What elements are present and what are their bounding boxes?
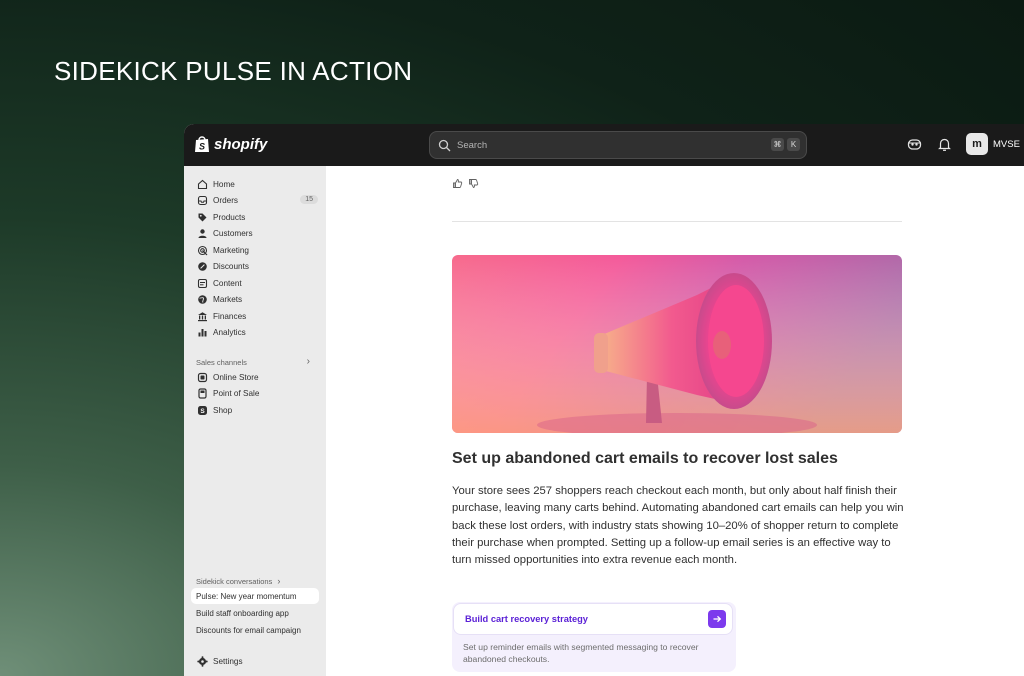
top-bar: S shopify Search ⌘ K m MVSE xyxy=(184,124,1024,166)
inbox-icon xyxy=(197,195,208,206)
build-cart-recovery-button[interactable]: Build cart recovery strategy xyxy=(453,603,733,635)
sidebar-item-content[interactable]: Content xyxy=(190,275,320,291)
person-icon xyxy=(198,229,207,238)
arrow-right-icon xyxy=(708,610,726,628)
shop-icon: S xyxy=(198,405,207,415)
sidebar-item-shop[interactable]: S Shop xyxy=(190,402,320,418)
bank-icon xyxy=(198,311,207,321)
sidebar-item-products[interactable]: Products xyxy=(190,209,320,225)
sidebar-item-label: Home xyxy=(213,179,235,189)
divider xyxy=(452,221,902,222)
logo-text: shopify xyxy=(214,135,268,153)
conversation-label: Build staff onboarding app xyxy=(196,608,289,618)
store-icon xyxy=(197,372,208,382)
thumbs-down-icon[interactable] xyxy=(468,178,479,189)
megaphone-image xyxy=(452,255,902,433)
sidebar-item-home[interactable]: Home xyxy=(190,176,320,192)
cta-description: Set up reminder emails with segmented me… xyxy=(463,642,699,664)
sidebar-item-label: Discounts xyxy=(213,262,249,271)
sidekick-conversations-header[interactable]: Sidekick conversations › xyxy=(196,576,280,586)
thumbs-up-icon[interactable] xyxy=(452,178,463,189)
sidebar-item-label: Analytics xyxy=(213,328,246,337)
search-icon xyxy=(438,139,451,151)
bar-chart-icon xyxy=(198,329,207,337)
search-input[interactable]: Search ⌘ K xyxy=(429,131,807,159)
sidekick-conversations-label: Sidekick conversations xyxy=(196,577,273,586)
sidebar-item-label: Products xyxy=(213,212,246,222)
sidebar-item-marketing[interactable]: Marketing xyxy=(190,242,320,258)
page-hero-title: SIDEKICK PULSE IN ACTION xyxy=(54,56,413,86)
sidebar-item-label: Shop xyxy=(213,405,233,415)
store-menu[interactable]: m MVSE xyxy=(966,133,1020,155)
sidebar-item-label: Online Store xyxy=(213,372,259,382)
discount-icon xyxy=(198,262,207,271)
chevron-right-icon: › xyxy=(306,356,310,367)
shopify-bag-icon: S xyxy=(195,136,209,152)
chevron-right-icon: › xyxy=(277,576,281,586)
search-placeholder: Search xyxy=(457,139,488,151)
main-content: Set up abandoned cart emails to recover … xyxy=(326,166,1024,676)
content-icon xyxy=(197,278,208,288)
conversation-discounts-email[interactable]: Discounts for email campaign xyxy=(191,622,319,638)
sidebar-item-label: Customers xyxy=(213,229,253,238)
conversation-label: Discounts for email campaign xyxy=(196,625,301,635)
sidebar-item-label: Marketing xyxy=(213,245,249,255)
home-icon xyxy=(197,179,208,189)
sidebar-item-settings[interactable]: Settings xyxy=(190,653,320,669)
sales-channels-label: Sales channels xyxy=(196,358,247,367)
sidebar-item-label: Orders xyxy=(213,196,239,205)
shopify-logo[interactable]: S shopify xyxy=(194,135,267,153)
globe-icon xyxy=(198,295,207,304)
pos-icon xyxy=(198,388,207,399)
sidebar-item-point-of-sale[interactable]: Point of Sale xyxy=(190,386,320,402)
store-avatar: m xyxy=(966,133,988,155)
megaphone-illustration xyxy=(452,255,902,433)
sidebar-item-discounts[interactable]: Discounts xyxy=(190,259,320,275)
gear-icon xyxy=(197,655,208,667)
store-name: MVSE xyxy=(993,138,1020,150)
conversation-staff-onboarding[interactable]: Build staff onboarding app xyxy=(191,605,319,621)
bell-icon[interactable] xyxy=(937,137,952,152)
command-key: ⌘ xyxy=(771,138,784,151)
sidebar-item-label: Markets xyxy=(213,295,243,304)
sidebar: Home Orders 15 Products Customers Market… xyxy=(184,166,326,676)
sidebar-item-customers[interactable]: Customers xyxy=(190,226,320,242)
cta-label: Build cart recovery strategy xyxy=(465,614,588,624)
tag-icon xyxy=(198,213,207,221)
card-body-text: Your store sees 257 shoppers reach check… xyxy=(452,485,904,567)
shopify-admin-window: S shopify Search ⌘ K m MVSE Home Orders … xyxy=(184,124,1024,676)
sidebar-item-label: Content xyxy=(213,278,242,288)
svg-text:S: S xyxy=(200,408,205,415)
k-key: K xyxy=(787,138,800,151)
keyboard-shortcut: ⌘ K xyxy=(771,138,800,151)
sidebar-item-online-store[interactable]: Online Store xyxy=(190,369,320,385)
sidebar-item-label: Point of Sale xyxy=(213,389,260,398)
svg-text:S: S xyxy=(199,142,205,152)
sidekick-icon[interactable] xyxy=(907,137,922,152)
sidebar-item-label: Settings xyxy=(213,656,243,666)
sidebar-item-analytics[interactable]: Analytics xyxy=(190,325,320,341)
conversation-label: Pulse: New year momentum xyxy=(196,591,297,601)
sidebar-item-label: Finances xyxy=(213,311,247,321)
sidebar-item-orders[interactable]: Orders 15 xyxy=(190,193,320,209)
sidebar-item-finances[interactable]: Finances xyxy=(190,308,320,324)
target-icon xyxy=(197,245,208,255)
sales-channels-header[interactable]: Sales channels › xyxy=(196,356,318,367)
orders-count-badge: 15 xyxy=(300,194,318,204)
feedback-buttons xyxy=(452,178,479,189)
sidebar-item-markets[interactable]: Markets xyxy=(190,292,320,308)
cta-card: Build cart recovery strategy Set up remi… xyxy=(452,602,736,672)
conversation-pulse-new-year[interactable]: Pulse: New year momentum xyxy=(191,588,319,604)
card-title: Set up abandoned cart emails to recover … xyxy=(452,450,838,467)
